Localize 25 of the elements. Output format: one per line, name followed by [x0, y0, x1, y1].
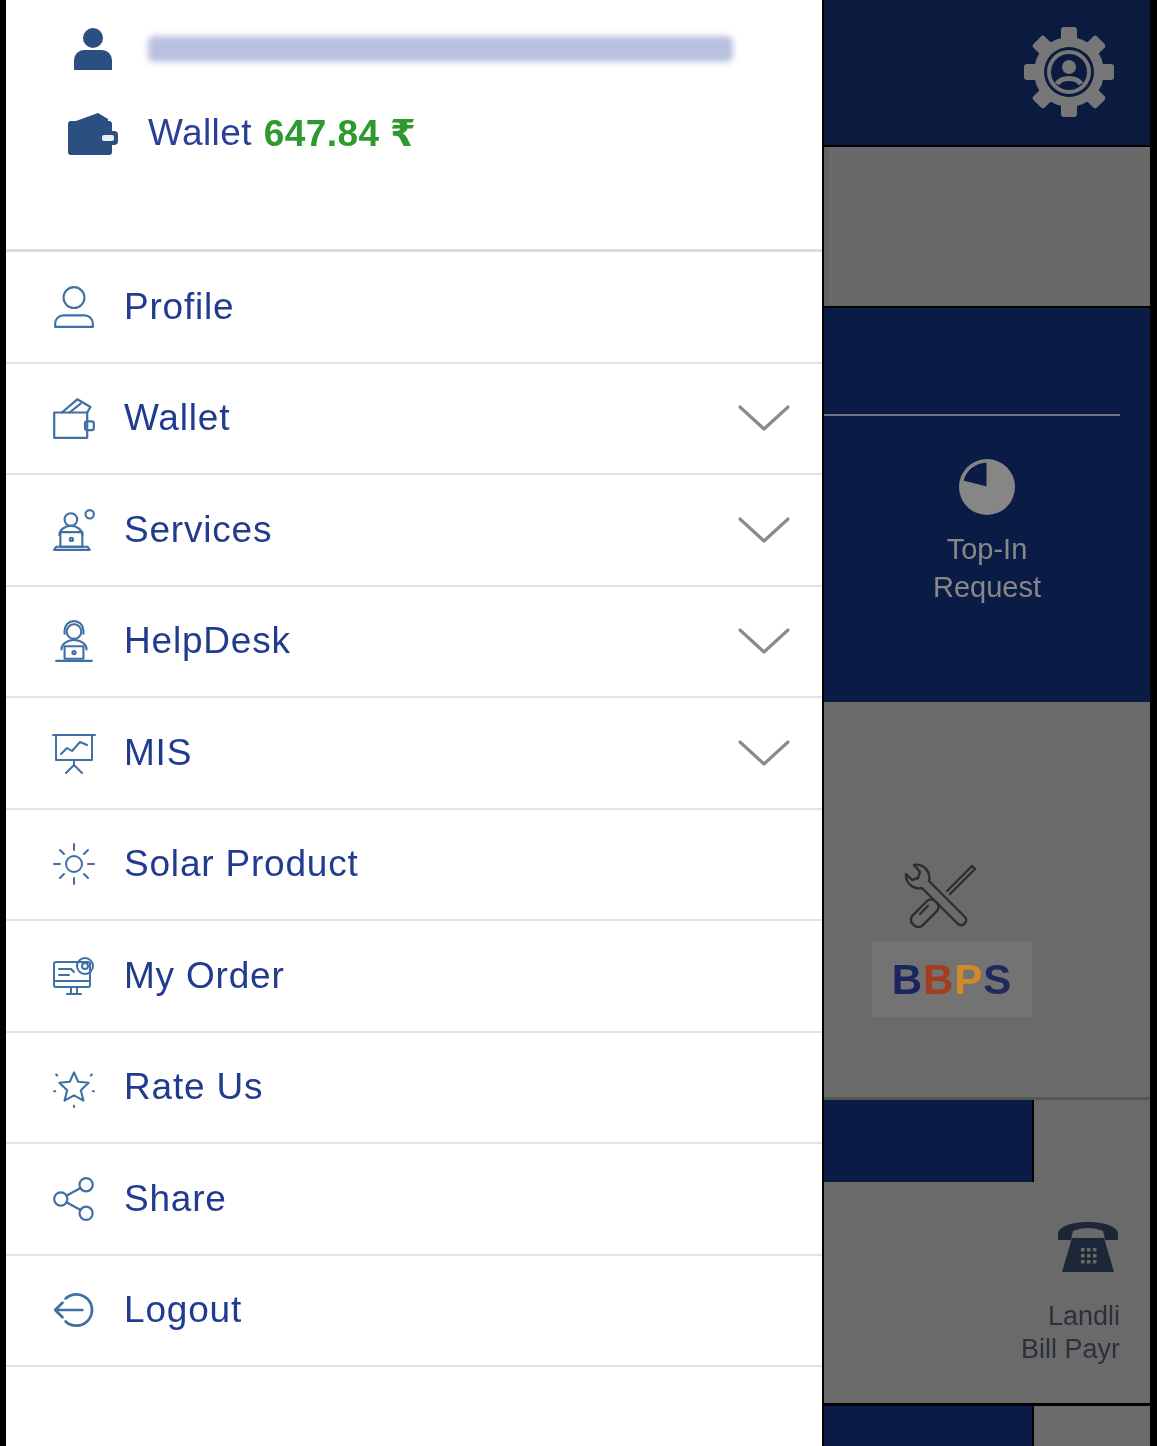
menu-item[interactable]: Services [6, 475, 822, 587]
menu-item[interactable]: Solar Product [6, 809, 822, 921]
wallet-balance: 647.84 ₹ [263, 111, 417, 155]
menu-item[interactable]: HelpDesk [6, 586, 822, 698]
headset-person-icon [52, 619, 96, 664]
menu-item[interactable]: MIS [6, 698, 822, 810]
wallet-icon [68, 111, 118, 155]
user-icon [74, 28, 112, 70]
menu-item[interactable]: Wallet [6, 363, 822, 475]
sun-icon [52, 842, 96, 887]
wallet-label: Wallet [148, 112, 252, 154]
landline-bill-label: Landli Bill Payr [1020, 1299, 1120, 1366]
person-laptop-icon [52, 507, 96, 552]
share-icon [52, 1176, 96, 1221]
menu-item[interactable]: Logout [6, 1255, 822, 1367]
menu-item[interactable]: Profile [6, 252, 822, 364]
menu-item[interactable]: Rate Us [6, 1032, 822, 1144]
menu-item[interactable]: Share [6, 1144, 822, 1256]
pie-chart-icon [957, 457, 1017, 516]
menu-item[interactable]: My Order [6, 921, 822, 1033]
top-in-request-label: Top-In Request [933, 531, 1041, 605]
gear-user-icon[interactable] [1022, 27, 1116, 118]
person-icon [52, 284, 96, 329]
bbps-logo-text: BBPS [891, 955, 1013, 1004]
wallet-icon [52, 396, 96, 441]
